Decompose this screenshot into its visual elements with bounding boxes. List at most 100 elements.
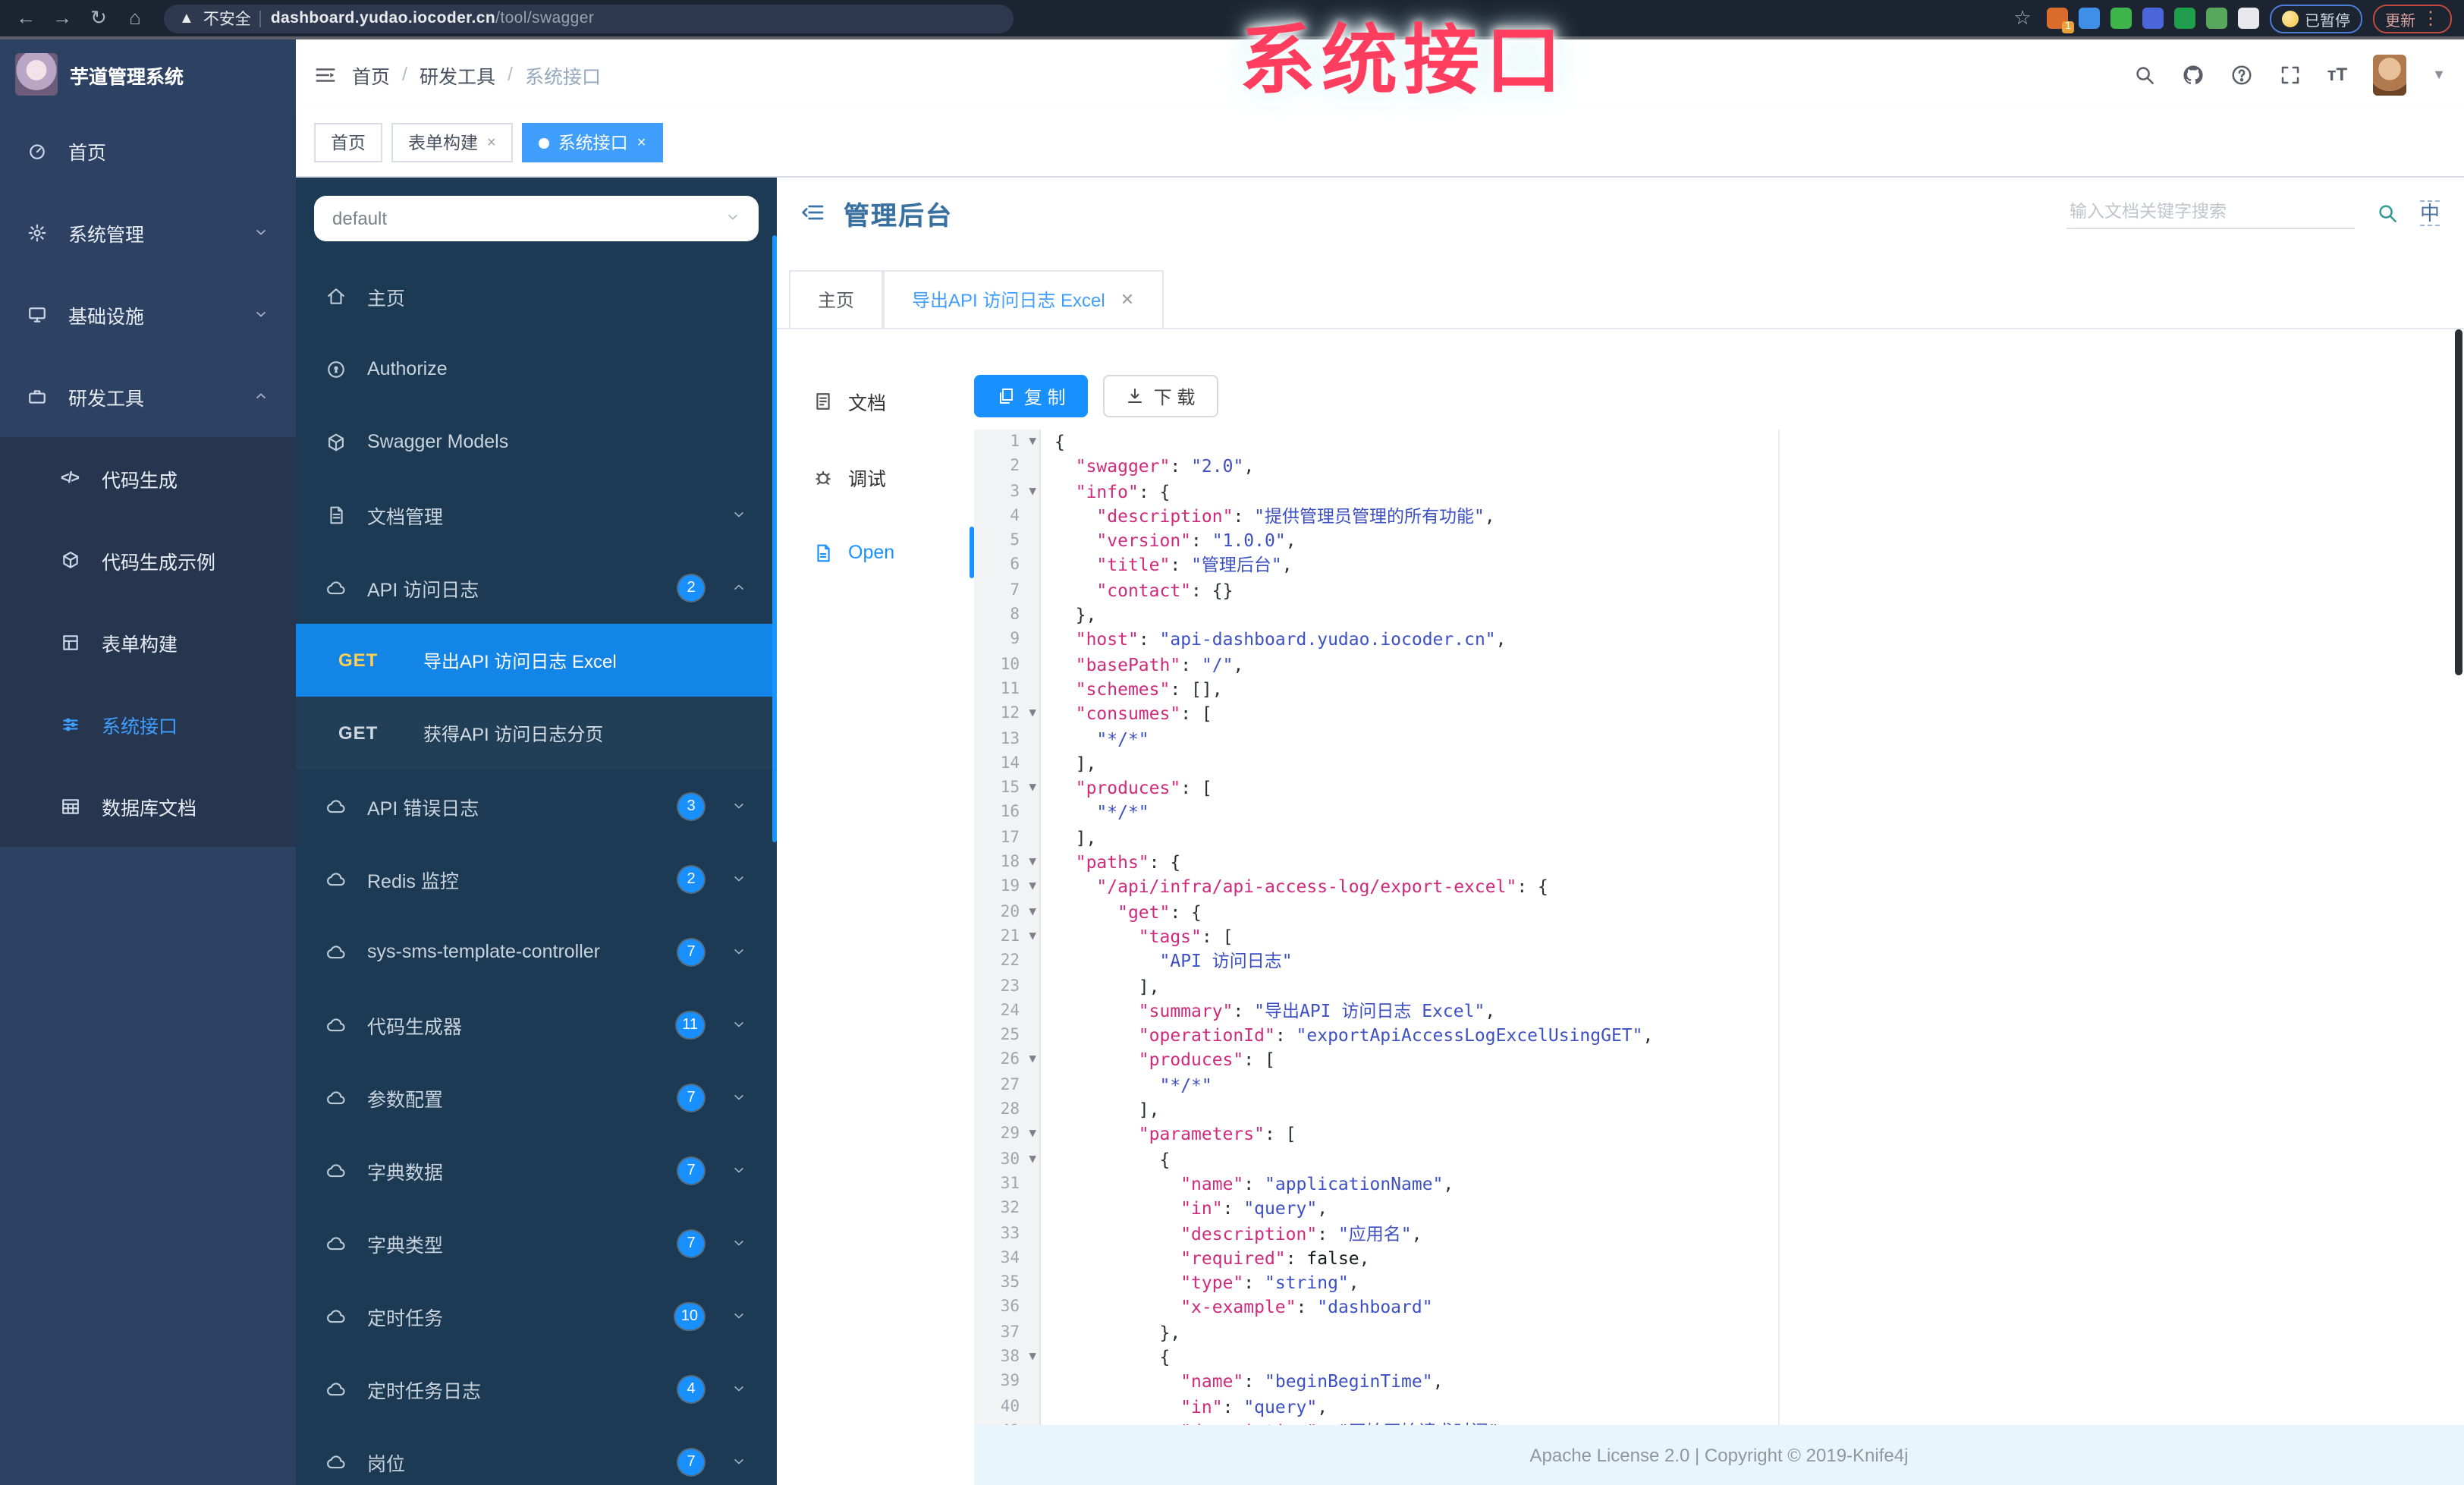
language-icon[interactable]: 中 [2419, 200, 2440, 225]
api-group[interactable]: 字典类型 7 [296, 1207, 777, 1279]
github-icon[interactable] [2182, 63, 2205, 86]
address-bar[interactable]: ▲ 不安全 dashboard.yudao.iocoder.cn/tool/sw… [164, 4, 1014, 33]
api-group-select[interactable]: default [314, 196, 759, 241]
url-text[interactable]: dashboard.yudao.iocoder.cn/tool/swagger [271, 9, 594, 27]
docpage-icon [813, 391, 833, 411]
sidebar-item-研发工具[interactable]: 研发工具 [0, 355, 296, 437]
sidebar-item-表单构建[interactable]: 表单构建 [0, 601, 296, 683]
fold-arrow-icon[interactable]: ▼ [1029, 875, 1036, 900]
code-editor[interactable]: 1 ▼{2 "swagger": "2.0", 3 ▼ "info": {4 "des… [974, 429, 2464, 1424]
app-logo[interactable]: 芋道管理系统 [0, 39, 296, 109]
extension-leaf-icon[interactable] [2206, 8, 2227, 29]
fold-arrow-icon[interactable]: ▼ [1029, 429, 1036, 455]
close-icon[interactable]: ✕ [1120, 290, 1134, 310]
page-tab[interactable]: 表单构建 × [391, 123, 513, 162]
api-group[interactable]: 代码生成器 11 [296, 988, 777, 1061]
api-group[interactable]: Redis 监控 2 [296, 842, 777, 915]
doc-tab[interactable]: 主页 [789, 270, 884, 328]
extension-orange-icon[interactable]: 1 [2047, 8, 2074, 33]
close-icon[interactable]: × [487, 134, 496, 151]
back-icon[interactable]: ← [12, 2, 39, 35]
user-avatar[interactable] [2373, 54, 2407, 95]
api-group[interactable]: 定时任务 10 [296, 1279, 777, 1352]
forward-icon[interactable]: → [49, 2, 76, 35]
doc-tab[interactable]: 导出API 访问日志 Excel ✕ [883, 270, 1164, 328]
close-icon[interactable]: × [637, 134, 646, 151]
api-group[interactable]: 岗位 7 [296, 1425, 777, 1485]
sidebar-item-首页[interactable]: 首页 [0, 109, 296, 191]
paused-extension-pill[interactable]: 已暂停 [2270, 4, 2362, 33]
fold-arrow-icon[interactable]: ▼ [1029, 1122, 1036, 1147]
browser-update-button[interactable]: 更新 ⋮ [2373, 4, 2452, 33]
security-label[interactable]: 不安全 [203, 7, 251, 30]
fullscreen-icon[interactable] [2279, 63, 2302, 86]
sidebar-item-系统管理[interactable]: 系统管理 [0, 191, 296, 273]
help-icon[interactable] [2230, 63, 2253, 86]
doc-nav-label: 文档 [848, 392, 887, 414]
fold-arrow-icon[interactable]: ▼ [1029, 850, 1036, 875]
endpoint-list: GET 导出API 访问日志 Excel GET 获得API 访问日志分页 [296, 624, 777, 769]
fold-arrow-icon[interactable]: ▼ [1029, 1345, 1036, 1370]
count-badge: 7 [678, 1230, 704, 1256]
extension-blue-grid-icon[interactable] [2142, 8, 2164, 29]
hamburger-icon[interactable] [314, 63, 337, 86]
sidebar-item-代码生成[interactable]: </> 代码生成 [0, 437, 296, 519]
endpoint-item[interactable]: GET 导出API 访问日志 Excel [296, 624, 777, 697]
home-icon[interactable]: ⌂ [121, 2, 149, 35]
font-size-icon[interactable]: тT [2327, 64, 2347, 85]
fold-arrow-icon[interactable]: ▼ [1029, 702, 1036, 727]
api-group[interactable]: 字典数据 7 [296, 1134, 777, 1207]
fold-arrow-icon[interactable]: ▼ [1029, 924, 1036, 949]
breadcrumb-item[interactable]: 首页 [352, 60, 390, 89]
sidebar-item-基础设施[interactable]: 基础设施 [0, 273, 296, 355]
breadcrumb-item[interactable]: 研发工具 [420, 60, 495, 89]
fold-arrow-icon[interactable]: ▼ [1029, 899, 1036, 924]
fold-arrow-icon[interactable]: ▼ [1029, 1147, 1036, 1172]
api-group[interactable]: 定时任务日志 4 [296, 1352, 777, 1425]
page-tab[interactable]: 首页 [314, 123, 382, 162]
sidebar-item-系统接口[interactable]: 系统接口 [0, 683, 296, 765]
browser-menu-icon[interactable]: ⋮ [2422, 8, 2440, 29]
fold-arrow-icon[interactable]: ▼ [1029, 479, 1036, 504]
sidebar-item-数据库文档[interactable]: 数据库文档 [0, 765, 296, 847]
reload-icon[interactable]: ↻ [85, 2, 112, 35]
knife4j-nav-Authorize[interactable]: Authorize [296, 332, 777, 405]
doc-title: 管理后台 [844, 201, 953, 230]
doc-nav-Open[interactable]: Open [777, 514, 974, 590]
doc-search-input[interactable] [2066, 197, 2355, 228]
extension-green-circle-icon[interactable] [2110, 8, 2132, 29]
sidebar-item-label: 代码生成 [102, 470, 178, 491]
endpoint-item[interactable]: GET 获得API 访问日志分页 [296, 697, 777, 769]
doc-nav-文档[interactable]: 文档 [777, 363, 974, 439]
page-scrollbar-thumb[interactable] [2455, 329, 2462, 675]
fold-arrow-icon[interactable]: ▼ [1029, 776, 1036, 801]
knife4j-nav-主页[interactable]: 主页 [296, 260, 777, 332]
line-number: 32 [974, 1196, 1041, 1221]
api-group[interactable]: sys-sms-template-controller 7 [296, 915, 777, 988]
fold-arrow-icon[interactable]: ▼ [1029, 1048, 1036, 1073]
knife4j-nav-文档管理[interactable]: 文档管理 [296, 478, 777, 551]
collapse-menu-icon[interactable] [801, 200, 825, 225]
extension-dark-green-icon[interactable] [2174, 8, 2195, 29]
warning-icon[interactable]: ▲ [179, 10, 194, 27]
knife4j-nav-Swagger Models[interactable]: Swagger Models [296, 405, 777, 478]
code-line: 30 ▼ { [974, 1147, 2464, 1172]
extension-blue-pin-icon[interactable] [2079, 8, 2100, 29]
extension-white-icon[interactable] [2238, 8, 2259, 29]
doc-nav-调试[interactable]: 调试 [777, 439, 974, 514]
copy-button[interactable]: 复 制 [974, 375, 1089, 417]
chevron-down-icon[interactable]: ▼ [2432, 67, 2446, 82]
api-group[interactable]: API 错误日志 3 [296, 769, 777, 842]
count-badge: 2 [678, 574, 704, 600]
bookmark-star-icon[interactable]: ☆ [2009, 2, 2036, 35]
api-group[interactable]: 参数配置 7 [296, 1061, 777, 1134]
home-icon [326, 286, 349, 306]
line-number: 6 [974, 552, 1041, 578]
breadcrumb-item[interactable]: 系统接口 [525, 60, 601, 89]
download-button[interactable]: 下 载 [1103, 375, 1218, 417]
search-icon[interactable] [2133, 63, 2156, 86]
api-group[interactable]: API 访问日志 2 [296, 551, 777, 624]
sidebar-item-代码生成示例[interactable]: 代码生成示例 [0, 519, 296, 601]
doc-search-icon[interactable] [2376, 201, 2399, 224]
page-tab[interactable]: 系统接口 × [521, 123, 663, 162]
